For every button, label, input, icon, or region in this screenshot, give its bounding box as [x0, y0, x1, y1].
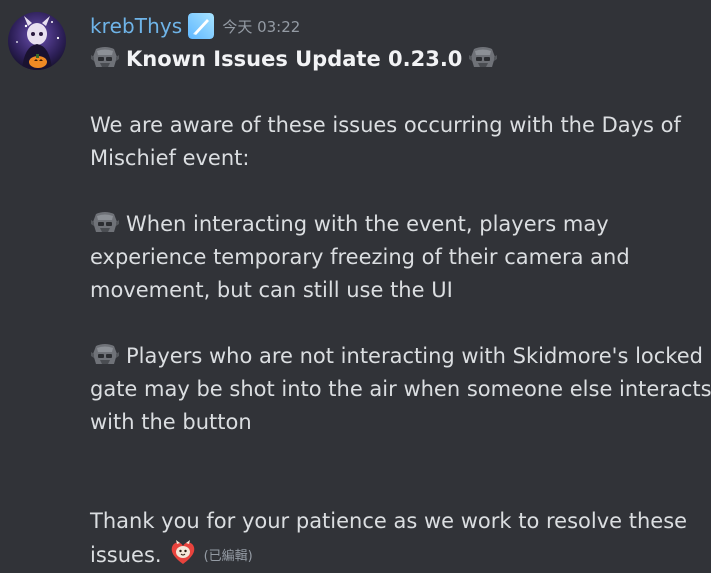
- issue-1-line-2: experience temporary freezing of their c…: [90, 245, 630, 269]
- robot-head-icon[interactable]: [468, 45, 498, 71]
- role-badge-icon[interactable]: [188, 13, 215, 39]
- outro-text: issues.: [90, 543, 162, 567]
- chat-message: krebThys 今天 03:22 Known Issues Update 0.…: [0, 0, 711, 573]
- author-username[interactable]: krebThys: [90, 14, 182, 38]
- message-timestamp[interactable]: 今天 03:22: [222, 16, 300, 37]
- issue-1-text: When interacting with the event, players…: [126, 212, 609, 236]
- edited-label: (已編輯): [203, 549, 253, 564]
- heart-character-icon[interactable]: [168, 538, 198, 568]
- robot-head-icon[interactable]: [90, 342, 120, 368]
- issue-2-line-3: with the button: [90, 410, 252, 434]
- intro-line-1: We are aware of these issues occurring w…: [90, 113, 681, 137]
- issue-2-line-2: gate may be shot into the air when someo…: [90, 377, 711, 401]
- issue-2-text: Players who are not interacting with Ski…: [126, 344, 703, 368]
- avatar[interactable]: [8, 12, 66, 70]
- message-content: krebThys 今天 03:22 Known Issues Update 0.…: [90, 6, 711, 573]
- outro-line-2: issues. (已編輯): [90, 538, 705, 573]
- issue-1-line-1: When interacting with the event, players…: [90, 208, 705, 241]
- message-header: krebThys 今天 03:22: [90, 6, 705, 46]
- message-title-line: Known Issues Update 0.23.0: [90, 43, 705, 76]
- issue-2-line-1: Players who are not interacting with Ski…: [90, 340, 705, 373]
- robot-head-icon[interactable]: [90, 45, 120, 71]
- avatar-image: [8, 12, 66, 70]
- message-title: Known Issues Update 0.23.0: [126, 47, 463, 71]
- robot-head-icon[interactable]: [90, 210, 120, 236]
- outro-line-1: Thank you for your patience as we work t…: [90, 509, 688, 533]
- issue-1-line-3: movement, but can still use the UI: [90, 278, 453, 302]
- intro-line-2: Mischief event:: [90, 146, 250, 170]
